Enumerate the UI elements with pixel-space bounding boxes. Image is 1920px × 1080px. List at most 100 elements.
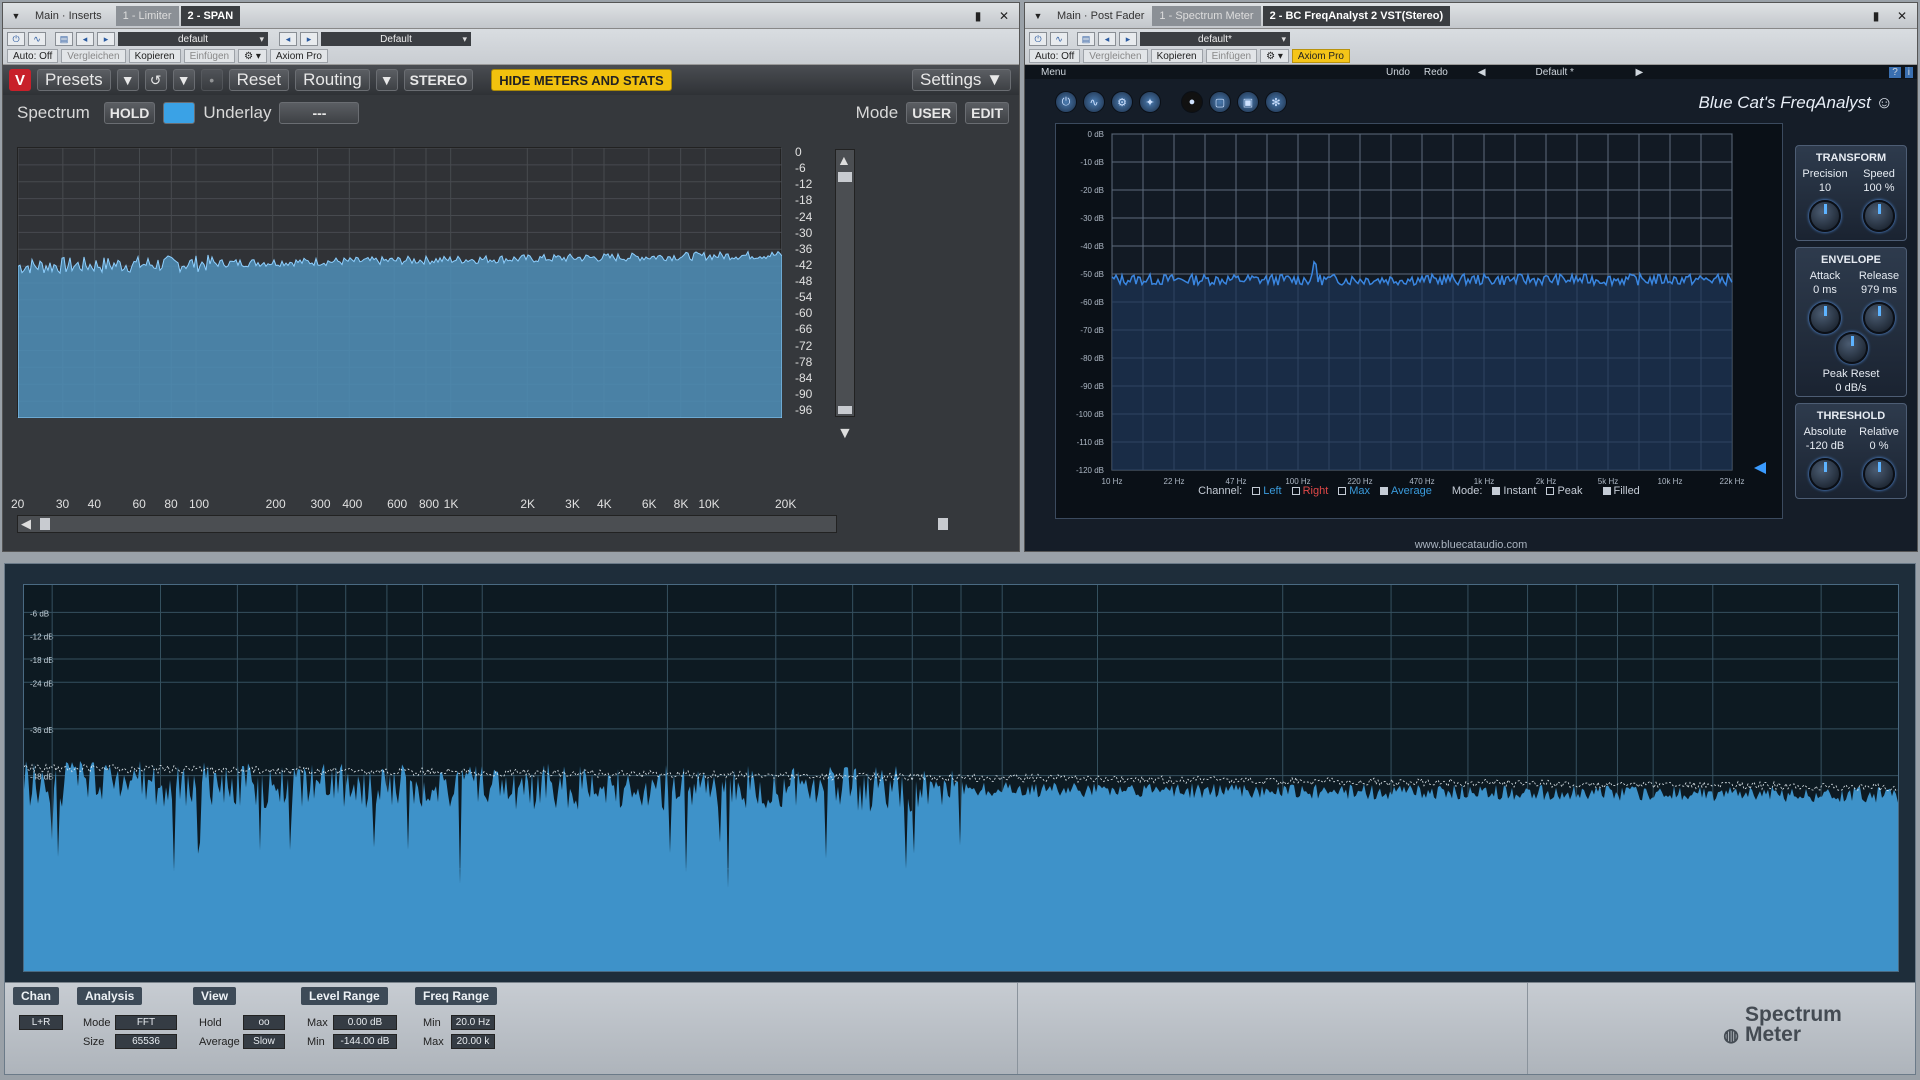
routing-button[interactable]: Routing (295, 69, 370, 91)
level-max-field[interactable]: 0.00 dB (333, 1015, 397, 1030)
compare-button[interactable]: Vergleichen (1083, 49, 1148, 63)
attack-knob[interactable] (1809, 302, 1841, 334)
skin-icon[interactable]: ✦ (1139, 91, 1161, 113)
filled-checkbox[interactable]: Filled (1602, 485, 1640, 497)
preset-select[interactable]: default* (1140, 32, 1290, 46)
snapshot-icon[interactable]: ▢ (1209, 91, 1231, 113)
gear-icon[interactable]: ⚙ ▾ (1260, 49, 1289, 63)
power-icon[interactable]: ⏻ (1029, 32, 1047, 46)
presets-button[interactable]: Presets (37, 69, 111, 91)
reset-button[interactable]: Reset (228, 69, 290, 91)
preset-list-icon[interactable]: ▤ (55, 32, 73, 46)
undo-button[interactable]: Undo (1386, 67, 1410, 78)
record-icon[interactable]: ● (1181, 91, 1203, 113)
span-spectrum-display[interactable] (17, 147, 783, 419)
routing-dropdown-icon[interactable]: ▼ (375, 69, 398, 91)
prev-preset-icon[interactable]: ◂ (1098, 32, 1116, 46)
close-icon[interactable]: ✕ (993, 7, 1015, 25)
freq-min-field[interactable]: 20.0 Hz (451, 1015, 495, 1030)
device-button[interactable]: Axiom Pro (269, 49, 328, 63)
analysis-mode-select[interactable]: FFT (115, 1015, 177, 1030)
peak-checkbox[interactable]: Peak (1546, 485, 1583, 497)
paste-button[interactable]: Einfügen (183, 49, 236, 63)
mode-edit-button[interactable]: EDIT (965, 102, 1009, 124)
undo-icon[interactable]: ↺ (144, 69, 167, 91)
tab-spectrum-meter[interactable]: 1 - Spectrum Meter (1152, 5, 1261, 26)
settings-button[interactable]: Settings ▼ (912, 69, 1011, 91)
copy-button[interactable]: Kopieren (1150, 49, 1203, 63)
mode-user-button[interactable]: USER (906, 102, 958, 124)
scroll-up-icon[interactable]: ▲ (837, 152, 851, 168)
power-icon[interactable]: ⏻ (7, 32, 25, 46)
prev-preset-icon[interactable]: ◂ (76, 32, 94, 46)
compare-button[interactable]: Vergleichen (61, 49, 126, 63)
speed-knob[interactable] (1863, 200, 1895, 232)
program-select[interactable]: Default (321, 32, 471, 46)
relative-knob[interactable] (1863, 458, 1895, 490)
bc-threshold-marker-icon[interactable] (1754, 462, 1766, 474)
window-menu-icon[interactable]: ▼ (1029, 8, 1047, 24)
pin-icon[interactable]: ▮ (1865, 7, 1887, 25)
tab-limiter[interactable]: 1 - Limiter (115, 5, 179, 26)
view-hold-select[interactable]: oo (243, 1015, 285, 1030)
copy-button[interactable]: Kopieren (128, 49, 181, 63)
auto-off-button[interactable]: Auto: Off (1029, 49, 1081, 63)
options-icon[interactable]: ✻ (1265, 91, 1287, 113)
peak-reset-knob[interactable] (1836, 332, 1868, 364)
history-dropdown-icon[interactable]: ▼ (172, 69, 195, 91)
bluecat-url[interactable]: www.bluecataudio.com (1025, 539, 1917, 551)
bypass-icon[interactable]: ⏻ (1055, 91, 1077, 113)
close-icon[interactable]: ✕ (1891, 7, 1913, 25)
next-preset-icon[interactable]: ▶ (1636, 67, 1644, 78)
help-icon[interactable]: ? (1889, 66, 1901, 78)
release-knob[interactable] (1863, 302, 1895, 334)
precision-knob[interactable] (1809, 200, 1841, 232)
instant-checkbox[interactable]: Instant (1492, 485, 1536, 497)
ab-icon[interactable]: • (200, 69, 223, 91)
tab-span[interactable]: 2 - SPAN (180, 5, 241, 26)
settings-icon[interactable]: ⚙ (1111, 91, 1133, 113)
automation-icon[interactable]: ∿ (28, 32, 46, 46)
average-checkbox[interactable]: Average (1380, 485, 1432, 497)
freq-max-field[interactable]: 20.00 k (451, 1034, 495, 1049)
next-program-icon[interactable]: ▸ (300, 32, 318, 46)
scroll-down-icon[interactable]: ▼ (837, 425, 853, 443)
underlay-select[interactable]: --- (279, 102, 360, 124)
chan-select[interactable]: L+R (19, 1015, 63, 1030)
channel-right-checkbox[interactable]: Right (1291, 485, 1328, 497)
tab-freqanalyst[interactable]: 2 - BC FreqAnalyst 2 VST(Stereo) (1262, 5, 1451, 26)
spectrum-meter-display[interactable]: -6 dB-12 dB-18 dB-24 dB-36 dB-48 dB-72 d… (23, 584, 1899, 972)
paste-button[interactable]: Einfügen (1205, 49, 1258, 63)
absolute-knob[interactable] (1809, 458, 1841, 490)
h-scroll-thumb-right[interactable] (938, 518, 948, 530)
analysis-size-select[interactable]: 65536 (115, 1034, 177, 1049)
display-icon[interactable]: ▣ (1237, 91, 1259, 113)
auto-off-button[interactable]: Auto: Off (7, 49, 59, 63)
scroll-thumb[interactable] (838, 172, 852, 182)
automation-icon[interactable]: ∿ (1050, 32, 1068, 46)
menu-button[interactable]: Menu (1041, 67, 1066, 78)
stereo-button[interactable]: STEREO (403, 69, 474, 91)
h-scroll-thumb-left[interactable] (40, 518, 50, 530)
curve-icon[interactable]: ∿ (1083, 91, 1105, 113)
freqanalyst-display[interactable]: 0 dB -10 dB -20 dB -30 dB -40 dB -50 dB -60 dB… (1055, 123, 1783, 519)
pin-icon[interactable]: ▮ (967, 7, 989, 25)
preset-list-icon[interactable]: ▤ (1077, 32, 1095, 46)
preset-name[interactable]: Default * (1536, 67, 1616, 78)
level-min-field[interactable]: -144.00 dB (333, 1034, 397, 1049)
info-icon[interactable]: i (1904, 66, 1913, 78)
redo-button[interactable]: Redo (1424, 67, 1448, 78)
gear-icon[interactable]: ⚙ ▾ (238, 49, 267, 63)
hide-meters-button[interactable]: HIDE METERS AND STATS (491, 69, 672, 91)
scroll-thumb-bottom[interactable] (838, 406, 852, 414)
max-checkbox[interactable]: Max (1338, 485, 1370, 497)
prev-preset-icon[interactable]: ◀ (1478, 67, 1486, 78)
prev-program-icon[interactable]: ◂ (279, 32, 297, 46)
window-menu-icon[interactable]: ▼ (7, 8, 25, 24)
span-horizontal-scrollbar[interactable]: ◀ (17, 515, 948, 533)
next-preset-icon[interactable]: ▸ (1119, 32, 1137, 46)
scroll-left-icon[interactable]: ◀ (21, 516, 31, 532)
view-average-select[interactable]: Slow (243, 1034, 285, 1049)
preset-select[interactable]: default (118, 32, 268, 46)
hold-button[interactable]: HOLD (103, 102, 156, 124)
